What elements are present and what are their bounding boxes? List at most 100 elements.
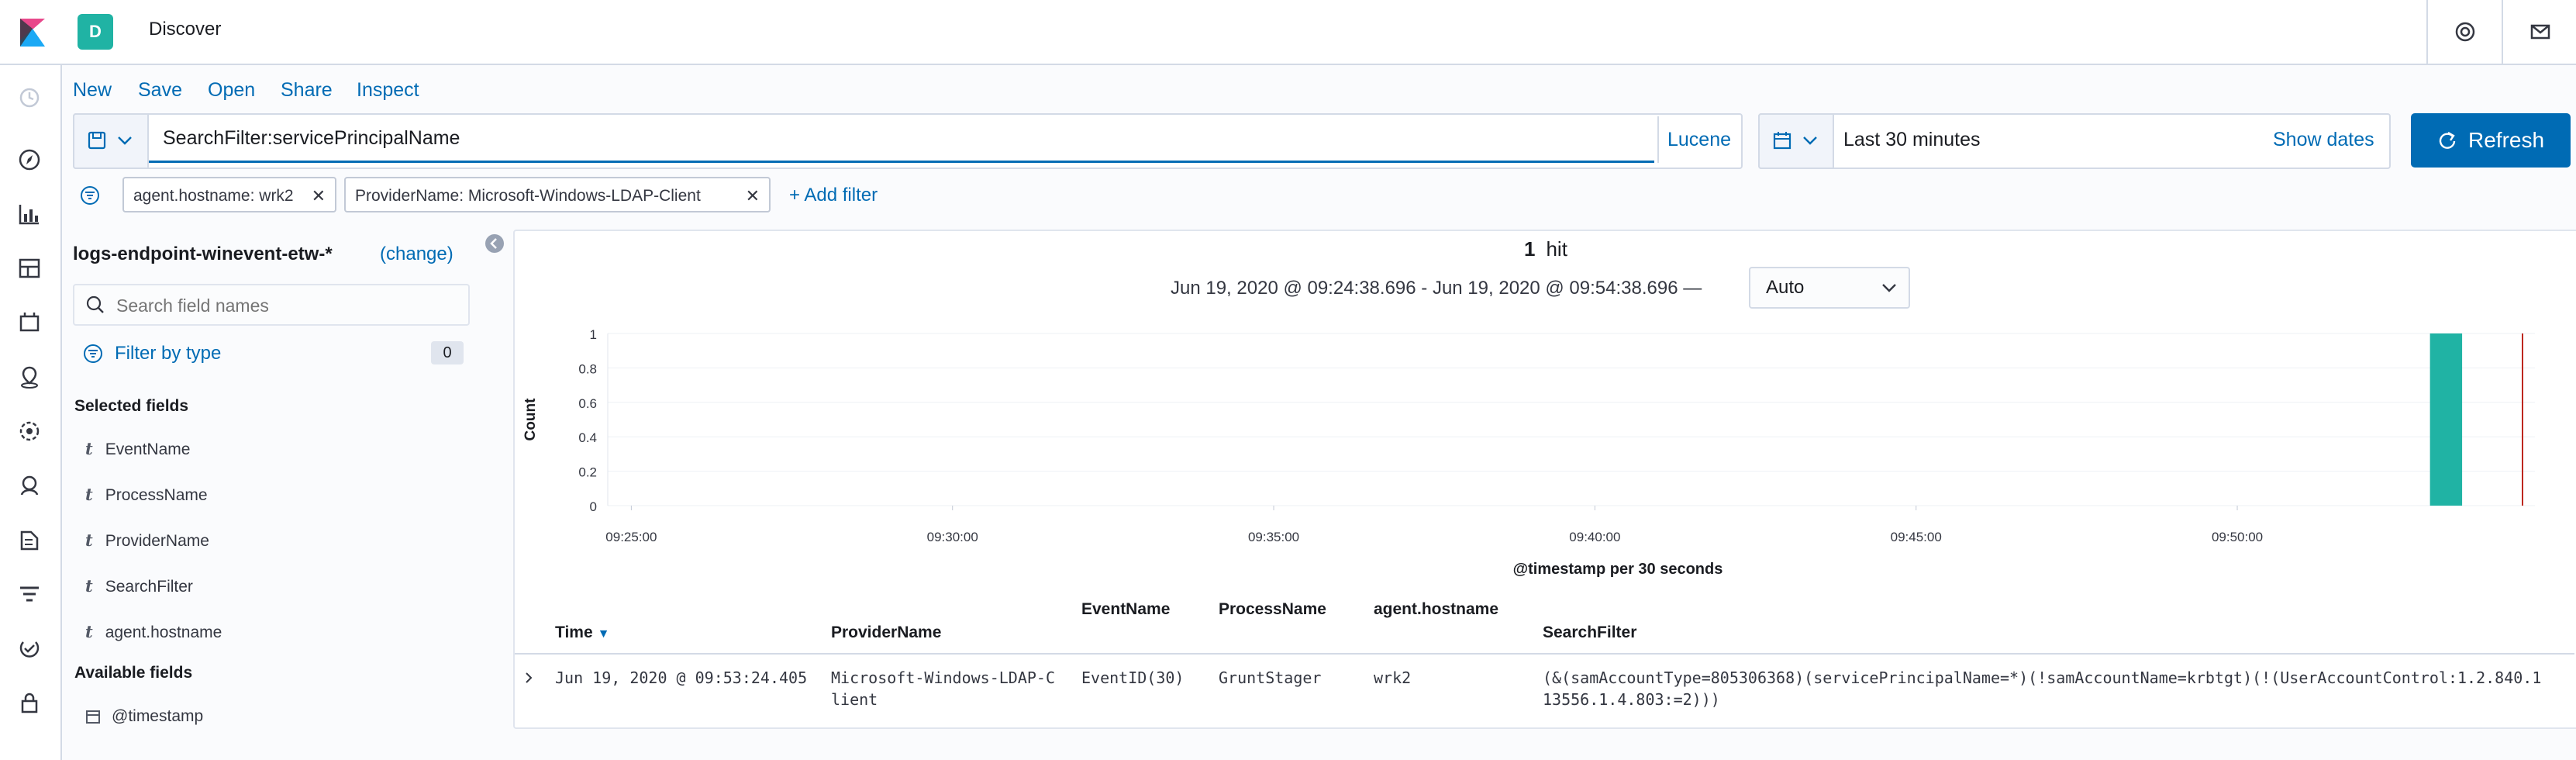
histogram-bar bbox=[2429, 333, 2463, 506]
cell-processname: GruntStager bbox=[1219, 668, 1322, 687]
help-icon bbox=[2455, 22, 2475, 42]
refresh-icon bbox=[2439, 131, 2456, 149]
cell-provider-line1: Microsoft-Windows-LDAP-C bbox=[831, 668, 1055, 687]
menu-inspect[interactable]: Inspect bbox=[357, 79, 419, 102]
column-header-time[interactable]: Time ▼ bbox=[555, 624, 609, 642]
menu-share[interactable]: Share bbox=[281, 79, 333, 102]
y-tick-label: 0.6 bbox=[578, 396, 597, 411]
quick-select-button[interactable] bbox=[1758, 113, 1834, 169]
y-tick-label: 0 bbox=[590, 499, 597, 514]
logs-icon[interactable] bbox=[17, 527, 42, 552]
calendar-icon bbox=[1773, 132, 1791, 150]
x-axis-label: @timestamp per 30 seconds bbox=[1513, 561, 1723, 578]
siem-icon[interactable] bbox=[17, 473, 42, 498]
mail-icon bbox=[2530, 24, 2550, 40]
query-language-toggle[interactable]: Lucene bbox=[1657, 116, 1740, 163]
clock-icon[interactable] bbox=[17, 85, 42, 110]
left-navigation bbox=[0, 65, 62, 760]
index-pattern-title: logs-endpoint-winevent-etw-* bbox=[73, 244, 333, 264]
add-filter-button[interactable]: + Add filter bbox=[789, 185, 878, 206]
compass-icon[interactable] bbox=[17, 147, 42, 172]
histogram-chart: 1 0.8 0.6 0.4 0.2 0 09:25:00 09:30:00 09:35:00 09… bbox=[522, 327, 2535, 578]
kibana-logo-icon[interactable] bbox=[17, 17, 48, 48]
column-header-processname[interactable]: ProcessName bbox=[1219, 600, 1326, 619]
dashboard-icon[interactable] bbox=[17, 256, 42, 281]
close-icon[interactable]: ✕ bbox=[746, 178, 760, 214]
hit-number: 1 bbox=[1524, 237, 1536, 261]
field-item[interactable]: t ProviderName bbox=[85, 530, 209, 551]
available-fields-heading: Available fields bbox=[74, 664, 193, 682]
field-item[interactable]: t SearchFilter bbox=[85, 576, 193, 596]
hit-label: hit bbox=[1546, 237, 1567, 261]
cell-provider-line2: lient bbox=[831, 690, 878, 709]
field-item[interactable]: t EventName bbox=[85, 439, 190, 459]
help-button[interactable] bbox=[2426, 0, 2502, 64]
column-header-eventname[interactable]: EventName bbox=[1081, 600, 1170, 619]
cell-time: Jun 19, 2020 @ 09:53:24.405 bbox=[555, 668, 808, 687]
column-header-searchfilter[interactable]: SearchFilter bbox=[1543, 624, 1636, 642]
field-item[interactable]: t agent.hostname bbox=[85, 622, 222, 642]
field-name: ProcessName bbox=[105, 486, 208, 504]
date-type-icon bbox=[86, 710, 100, 724]
filter-pill-label: agent.hostname: wrk2 bbox=[133, 187, 294, 205]
filter-pill-label: ProviderName: Microsoft-Windows-LDAP-Cli… bbox=[355, 187, 701, 205]
y-tick-label: 0.8 bbox=[578, 361, 597, 376]
string-type-icon: t bbox=[85, 530, 93, 550]
table-row: Jun 19, 2020 @ 09:53:24.405 Microsoft-Wi… bbox=[515, 656, 2574, 718]
field-name: EventName bbox=[105, 440, 191, 458]
menu-new[interactable]: New bbox=[73, 79, 112, 102]
column-header-hostname[interactable]: agent.hostname bbox=[1374, 600, 1498, 619]
menu-open[interactable]: Open bbox=[208, 79, 255, 102]
filter-pill-hostname[interactable]: agent.hostname: wrk2 ✕ bbox=[122, 177, 336, 212]
visualize-icon[interactable] bbox=[17, 202, 42, 226]
saved-query-button[interactable] bbox=[73, 113, 149, 169]
filter-options-icon[interactable] bbox=[79, 185, 101, 206]
sort-down-icon[interactable]: ▼ bbox=[598, 627, 610, 641]
string-type-icon: t bbox=[85, 576, 93, 596]
column-header-provider[interactable]: ProviderName bbox=[831, 624, 941, 642]
security-icon[interactable] bbox=[17, 690, 42, 715]
filter-by-type-button[interactable]: Filter by type bbox=[115, 343, 221, 364]
uptime-icon[interactable] bbox=[17, 636, 42, 661]
space-avatar[interactable]: D bbox=[78, 14, 113, 50]
collapse-sidebar-icon[interactable] bbox=[485, 234, 504, 253]
chevron-down-icon bbox=[1882, 284, 1896, 292]
selected-fields-heading: Selected fields bbox=[74, 397, 189, 415]
refresh-label: Refresh bbox=[2468, 128, 2545, 152]
cell-eventname: EventID(30) bbox=[1081, 668, 1185, 687]
refresh-button[interactable]: Refresh bbox=[2411, 113, 2571, 168]
filter-pill-provider[interactable]: ProviderName: Microsoft-Windows-LDAP-Cli… bbox=[344, 177, 771, 212]
field-search-input[interactable] bbox=[115, 292, 459, 320]
filter-count-badge: 0 bbox=[431, 341, 464, 364]
change-index-link[interactable]: (change) bbox=[380, 244, 453, 265]
maps-icon[interactable] bbox=[17, 364, 42, 389]
close-icon[interactable]: ✕ bbox=[312, 178, 326, 214]
menu-save[interactable]: Save bbox=[138, 79, 182, 102]
interval-value: Auto bbox=[1766, 277, 1805, 298]
field-name: @timestamp bbox=[112, 707, 204, 725]
x-tick-label: 09:40:00 bbox=[1569, 530, 1620, 544]
chevron-right-icon[interactable] bbox=[521, 670, 536, 686]
y-tick-label: 1 bbox=[590, 327, 597, 342]
chevron-down-icon bbox=[1803, 136, 1817, 145]
canvas-icon[interactable] bbox=[17, 310, 42, 335]
table-divider bbox=[515, 653, 2574, 655]
interval-select[interactable]: Auto bbox=[1749, 267, 1910, 309]
field-item[interactable]: @timestamp bbox=[85, 707, 203, 726]
filter-icon[interactable] bbox=[82, 343, 104, 364]
newsfeed-button[interactable] bbox=[2502, 0, 2576, 64]
save-icon bbox=[88, 131, 106, 150]
ml-icon[interactable] bbox=[17, 419, 42, 444]
show-dates-link[interactable]: Show dates bbox=[2273, 129, 2374, 151]
field-search-box bbox=[73, 284, 470, 326]
field-name: SearchFilter bbox=[105, 578, 193, 596]
cell-searchfilter-line1: (&(samAccountType=805306368)(servicePrin… bbox=[1543, 668, 2542, 687]
field-name: ProviderName bbox=[105, 532, 209, 550]
x-tick-label: 09:45:00 bbox=[1891, 530, 1942, 544]
apm-icon[interactable] bbox=[17, 582, 42, 606]
y-tick-label: 0.2 bbox=[578, 465, 597, 480]
field-item[interactable]: t ProcessName bbox=[85, 485, 208, 505]
time-range-label: Jun 19, 2020 @ 09:24:38.696 - Jun 19, 20… bbox=[1171, 278, 1702, 299]
search-query-input[interactable] bbox=[149, 116, 1654, 163]
date-range-label[interactable]: Last 30 minutes bbox=[1843, 129, 1981, 151]
